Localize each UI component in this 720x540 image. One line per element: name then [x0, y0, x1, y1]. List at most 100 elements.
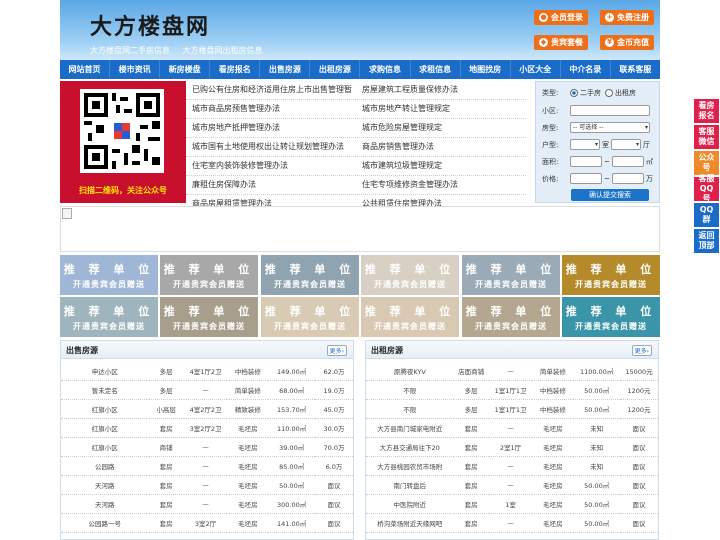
policy-link[interactable]: 城市商品房预售管理办法	[186, 100, 356, 118]
site-logo[interactable]: 大方楼盘网	[90, 9, 210, 41]
area-max-input[interactable]	[611, 156, 644, 167]
listing-location[interactable]: 天河路	[61, 475, 149, 495]
listing-row[interactable]: 南关桥平节大酒店对面套房3室1厅毛坯房100.00㎡面议	[61, 532, 353, 539]
listing-row[interactable]: 暂未定名 多层 — 简单装修 68.00㎡ 19.0万	[61, 380, 353, 400]
listing-row[interactable]: 公园路一号 套房 3室2厅 毛坯房 141.00㎡ 面议	[61, 513, 353, 533]
policy-link[interactable]: 城市危险房屋管理规定	[356, 119, 526, 137]
policy-link[interactable]: 已购公有住房和经济适用住房上市出售管理暂	[186, 81, 356, 99]
recommended-unit-tile[interactable]: 推 荐 单 位开通贵宾会员赠送	[462, 297, 560, 337]
recommended-unit-tile[interactable]: 推 荐 单 位开通贵宾会员赠送	[261, 297, 359, 337]
policy-link[interactable]: 商品房销售管理办法	[356, 138, 526, 156]
listing-row[interactable]: 红旗小区 套房 3室2厅2卫 毛坯房 110.00㎡ 30.0万	[61, 418, 353, 438]
nav-for-sale[interactable]: 出售房源	[260, 60, 311, 79]
nav-agencies[interactable]: 中介名录	[561, 60, 611, 79]
listing-row[interactable]: 南门转盘后 套房 — 毛坯房 50.00㎡ 面议	[366, 475, 658, 495]
listing-location[interactable]: 原腾夜KYV	[366, 362, 454, 381]
listing-row[interactable]: 大方县桃园农贸市场附 套房 — 毛坯房 未知 面议	[366, 456, 658, 476]
sale-more-button[interactable]: 更多›	[326, 345, 347, 356]
policy-link[interactable]: 城市国有土地使用权出让转让规划管理办法	[186, 138, 356, 156]
listing-row[interactable]: 不限 多层 1室1厅1卫 中档装修 50.00㎡ 1200元	[366, 380, 658, 400]
listing-location[interactable]: 南门转盘后	[366, 475, 454, 495]
secondhand-radio[interactable]	[570, 89, 578, 97]
recommended-unit-tile[interactable]: 推 荐 单 位开通贵宾会员赠送	[562, 255, 660, 295]
floating-button[interactable]: 客服微信	[694, 125, 719, 149]
policy-link[interactable]: 房屋建筑工程质量保修办法	[356, 81, 526, 99]
listing-row[interactable]: 大方县交通局往下20 套房 2室1厅 毛坯房 未知 面议	[366, 437, 658, 457]
nav-contact[interactable]: 联系客服	[611, 60, 660, 79]
listing-location[interactable]: 申达小区	[61, 362, 149, 381]
house-type-select[interactable]: -- 可选择 --	[570, 122, 650, 133]
listing-location[interactable]: 天河路	[61, 494, 149, 514]
nav-home[interactable]: 网站首页	[60, 60, 111, 79]
search-submit-button[interactable]: 确认提交搜索	[571, 189, 649, 201]
listing-location[interactable]: 不限	[366, 399, 454, 419]
coin-recharge-button[interactable]: ¥ 金币充值	[600, 35, 654, 50]
listing-location[interactable]: 大方县桃园农贸市场附	[366, 456, 454, 476]
recommended-unit-tile[interactable]: 推 荐 单 位开通贵宾会员赠送	[361, 255, 459, 295]
policy-link[interactable]: 住宅专项维修资金管理办法	[356, 176, 526, 194]
tagline-rental-link[interactable]: 大方楼盘网出租房信息	[183, 46, 263, 55]
recommended-unit-tile[interactable]: 推 荐 单 位开通贵宾会员赠送	[60, 255, 158, 295]
policy-link[interactable]: 住宅室内装饰装修管理办法	[186, 157, 356, 175]
nav-map-search[interactable]: 地图找房	[461, 60, 511, 79]
floating-button[interactable]: 公众号	[694, 151, 719, 175]
listing-row[interactable]: 原腾夜KYV 店面商铺 — 简单装修 1100.00㎡ 15000元	[366, 362, 658, 381]
nav-communities[interactable]: 小区大全	[511, 60, 561, 79]
nav-wanted-rent[interactable]: 求租信息	[411, 60, 461, 79]
listing-row[interactable]: 红旗小区 小高层 4室2厅2卫 精致装修 153.70㎡ 45.0万	[61, 399, 353, 419]
price-max-input[interactable]	[611, 173, 644, 184]
listing-location[interactable]: 桥沟菜场附近天缘网吧	[366, 513, 454, 533]
nav-new-homes[interactable]: 新房楼盘	[160, 60, 211, 79]
hall-select[interactable]	[611, 139, 641, 150]
recommended-unit-tile[interactable]: 推 荐 单 位开通贵宾会员赠送	[160, 255, 258, 295]
listing-location[interactable]: 红旗小区	[61, 418, 149, 438]
listing-row[interactable]: 公园路 套房 — 毛坯房 85.00㎡ 6.0万	[61, 456, 353, 476]
listing-row[interactable]: 红旗小区 商铺 — 毛坯房 39.00㎡ 70.0万	[61, 437, 353, 457]
rental-radio[interactable]	[605, 89, 613, 97]
listing-location[interactable]: 暂未定名	[61, 380, 149, 400]
room-select[interactable]	[570, 139, 600, 150]
listing-location[interactable]: 桥沟菜场附近天缘网吧	[366, 532, 454, 539]
listing-location[interactable]: 大方县交通局往下20	[366, 437, 454, 457]
policy-link[interactable]: 城市房地产抵押管理办法	[186, 119, 356, 137]
area-min-input[interactable]	[570, 156, 602, 167]
listing-row[interactable]: 不限 多层 1室1厅1卫 中档装修 50.00㎡ 1200元	[366, 399, 658, 419]
nav-viewing-signup[interactable]: 看房报名	[210, 60, 261, 79]
vip-package-button[interactable]: ◆ 贵宾套餐	[534, 35, 588, 50]
community-input[interactable]	[570, 105, 650, 116]
listing-row[interactable]: 申达小区 多层 4室1厅2卫 中档装修 149.00㎡ 62.0万	[61, 362, 353, 381]
rent-more-button[interactable]: 更多›	[631, 345, 652, 356]
listing-row[interactable]: 桥沟菜场附近天缘网吧 套房 — 毛坯房 50.00㎡ 面议	[366, 513, 658, 533]
banner-image[interactable]	[60, 206, 660, 252]
nav-wanted-buy[interactable]: 求购信息	[360, 60, 411, 79]
tagline-secondhand-link[interactable]: 大方楼盘网二手房信息	[90, 46, 170, 55]
listing-location[interactable]: 中医院附近	[366, 494, 454, 514]
listing-row[interactable]: 天河路 套房 — 毛坯房 50.00㎡ 面议	[61, 475, 353, 495]
listing-row[interactable]: 桥沟菜场附近天缘网吧套房1室毛坯房50.00㎡面议	[366, 532, 658, 539]
recommended-unit-tile[interactable]: 推 荐 单 位开通贵宾会员赠送	[562, 297, 660, 337]
listing-location[interactable]: 公园路一号	[61, 513, 149, 533]
listing-row[interactable]: 中医院附近 套房 1室 毛坯房 50.00㎡ 面议	[366, 494, 658, 514]
recommended-unit-tile[interactable]: 推 荐 单 位开通贵宾会员赠送	[462, 255, 560, 295]
policy-link[interactable]: 廉租住房保障办法	[186, 176, 356, 194]
listing-location[interactable]: 大方县南门城家电附近	[366, 418, 454, 438]
policy-link[interactable]: 城市房地产转让管理规定	[356, 100, 526, 118]
floating-button[interactable]: QQ群	[694, 203, 719, 227]
listing-location[interactable]: 红旗小区	[61, 437, 149, 457]
recommended-unit-tile[interactable]: 推 荐 单 位开通贵宾会员赠送	[261, 255, 359, 295]
nav-for-rent[interactable]: 出租房源	[310, 60, 361, 79]
listing-location[interactable]: 红旗小区	[61, 399, 149, 419]
listing-row[interactable]: 大方县南门城家电附近 套房 — 毛坯房 未知 面议	[366, 418, 658, 438]
login-button[interactable]: ● 会员登录	[534, 10, 588, 25]
recommended-unit-tile[interactable]: 推 荐 单 位开通贵宾会员赠送	[160, 297, 258, 337]
listing-row[interactable]: 天河路 套房 — 毛坯房 300.00㎡ 面议	[61, 494, 353, 514]
listing-location[interactable]: 公园路	[61, 456, 149, 476]
listing-location[interactable]: 南关桥平节大酒店对面	[61, 532, 149, 539]
floating-button[interactable]: 看房报名	[694, 99, 719, 123]
floating-button[interactable]: 客服QQ号	[694, 174, 719, 203]
listing-location[interactable]: 不限	[366, 380, 454, 400]
register-button[interactable]: + 免费注册	[600, 10, 654, 25]
nav-news[interactable]: 楼市资讯	[110, 60, 161, 79]
floating-button[interactable]: 返回顶部	[694, 229, 719, 253]
recommended-unit-tile[interactable]: 推 荐 单 位开通贵宾会员赠送	[361, 297, 459, 337]
